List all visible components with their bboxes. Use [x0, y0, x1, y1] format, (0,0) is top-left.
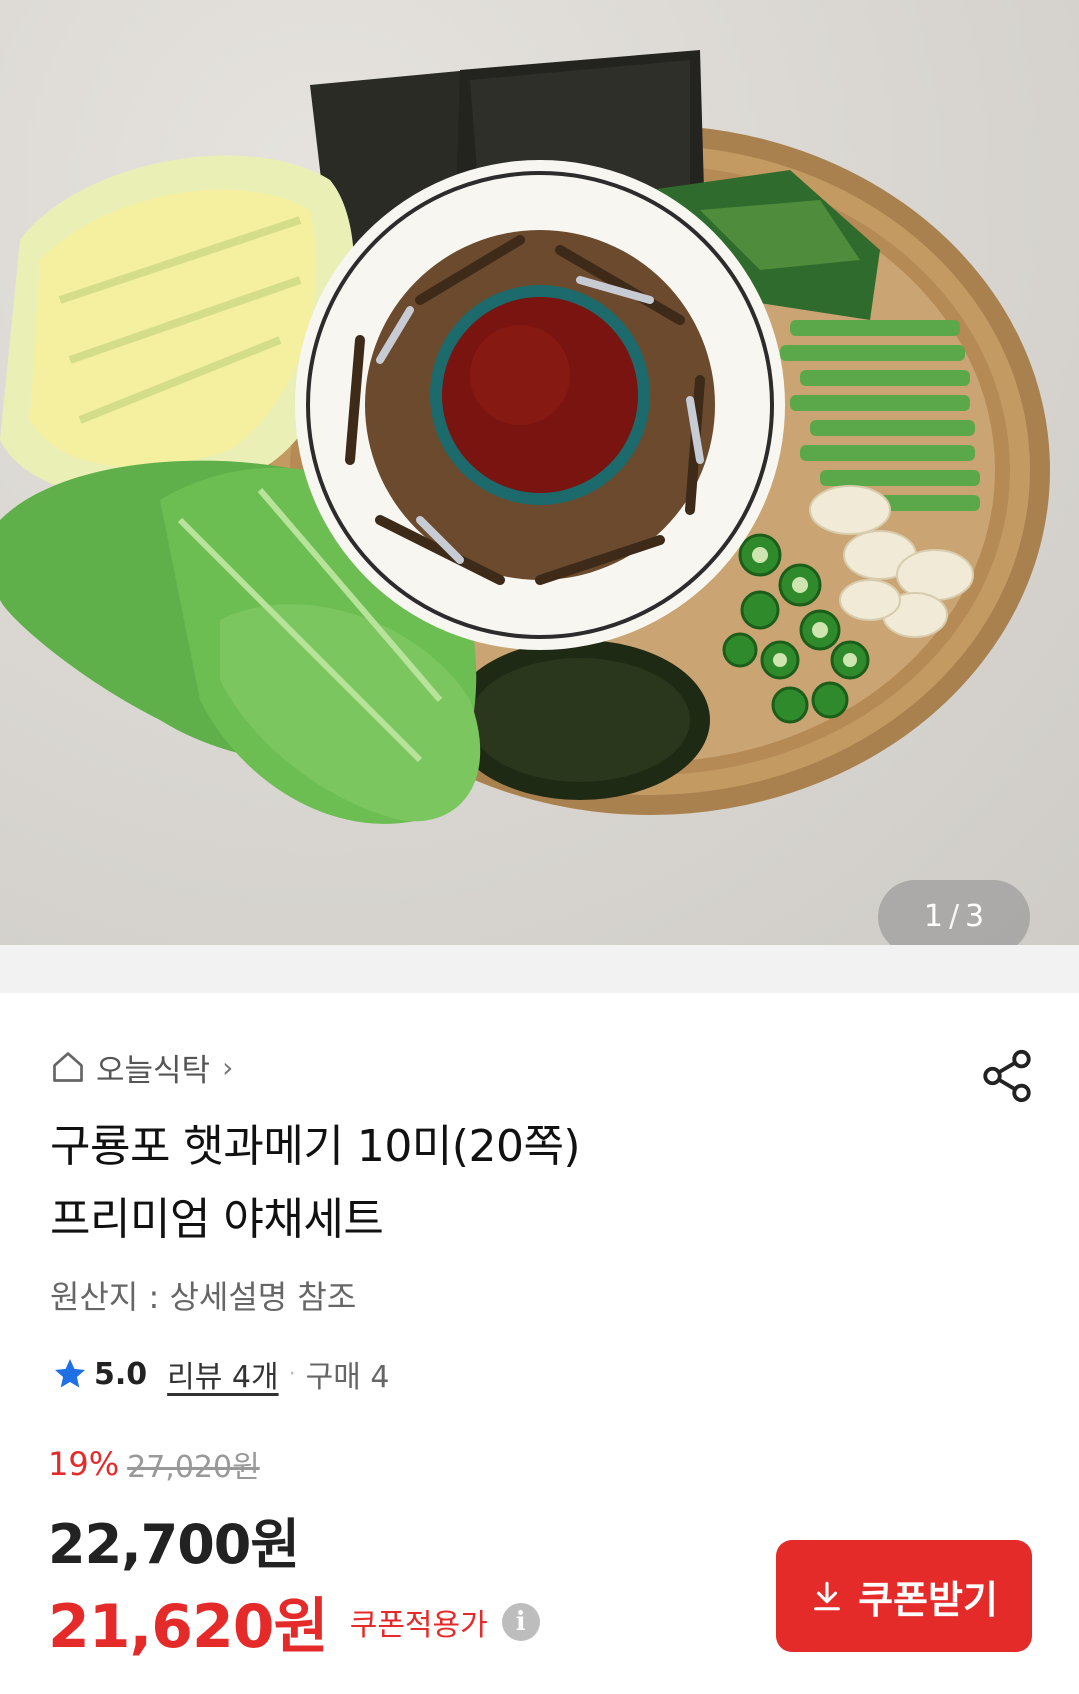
origin-info: 원산지 : 상세설명 참조	[50, 1278, 357, 1316]
product-photo	[0, 50, 1050, 824]
store-link[interactable]: 오늘식탁 ›	[50, 1047, 234, 1089]
chevron-right-icon: ›	[222, 1050, 234, 1084]
store-name: 오늘식탁	[96, 1052, 211, 1089]
discount-row: 19% 27,020원	[48, 1442, 260, 1486]
coupon-price-label: 쿠폰적용가	[349, 1607, 488, 1643]
product-title: 구룡포 햇과메기 10미(20쪽) 프리미엄 야채세트	[50, 1110, 1030, 1256]
original-price: 27,020원	[127, 1450, 260, 1485]
rating-row: 5.0 리뷰 4개 · 구매 4	[52, 1352, 389, 1396]
separator-dot: ·	[288, 1361, 296, 1387]
coupon-price-row: 21,620원 쿠폰적용가 i	[48, 1578, 540, 1665]
coupon-price: 21,620원	[48, 1592, 329, 1662]
purchase-count: 구매 4	[305, 1360, 390, 1395]
product-image-carousel[interactable]: 1/3	[0, 0, 1079, 945]
sale-price: 22,700원	[48, 1513, 300, 1576]
share-icon[interactable]	[978, 1046, 1036, 1106]
download-icon	[814, 1581, 840, 1611]
star-icon	[55, 1359, 85, 1388]
product-title-line-1: 구룡포 햇과메기 10미(20쪽)	[50, 1121, 581, 1172]
review-link[interactable]: 리뷰 4개	[167, 1352, 278, 1396]
product-title-line-2: 프리미엄 야채세트	[50, 1194, 384, 1245]
discount-percent: 19%	[48, 1445, 120, 1483]
section-divider	[0, 945, 1079, 993]
image-counter: 1/3	[878, 880, 1030, 945]
home-icon	[53, 1052, 83, 1082]
current-page: 1	[923, 899, 943, 934]
total-pages: 3	[965, 899, 985, 934]
rating-score: 5.0	[94, 1356, 148, 1392]
info-icon[interactable]: i	[501, 1602, 540, 1641]
counter-separator: /	[948, 899, 960, 934]
coupon-button-label: 쿠폰받기	[858, 1577, 998, 1622]
get-coupon-button[interactable]: 쿠폰받기	[776, 1540, 1032, 1652]
